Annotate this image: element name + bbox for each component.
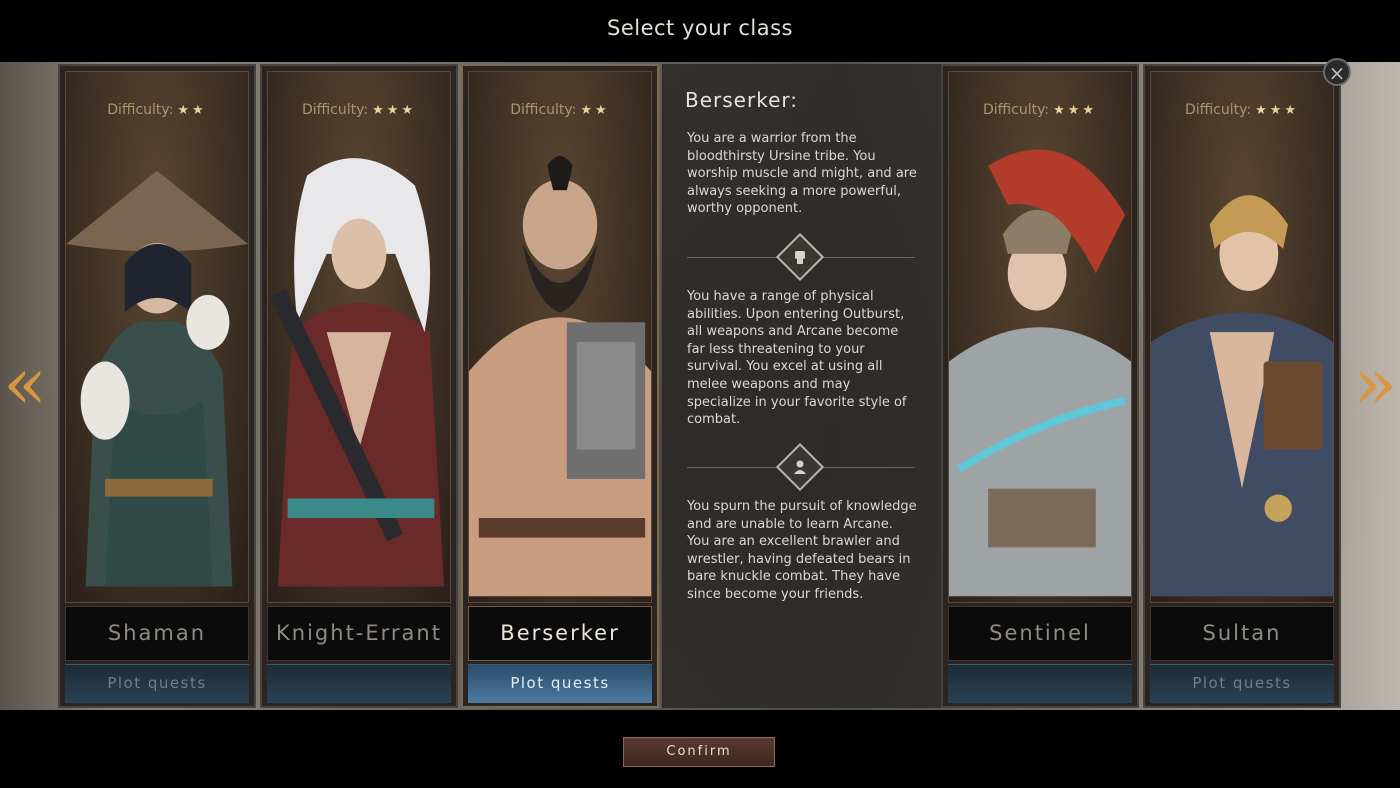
fist-icon [775, 232, 825, 282]
class-card-berserker[interactable]: Difficulty: ★★ Berserker Plot quests [461, 64, 659, 708]
stars-icon: ★★★ [372, 103, 417, 118]
stars-icon: ★★★ [1053, 103, 1098, 118]
difficulty-rating: Difficulty: ★★★ [982, 102, 1098, 118]
class-description-panel: Berserker: You are a warrior from the bl… [662, 64, 942, 708]
description-heading: Berserker: [685, 88, 798, 112]
sentinel-figure [949, 149, 1131, 597]
class-card-knight-errant[interactable]: Difficulty: ★★★ Knight-Errant [260, 64, 458, 708]
plot-quests-sentinel[interactable] [948, 664, 1132, 703]
close-icon[interactable]: × [1323, 58, 1351, 86]
description-lore: You are a warrior from the bloodthirsty … [687, 131, 917, 217]
page-title: Select your class [607, 16, 793, 40]
description-restrictions: You spurn the pursuit of knowledge and a… [687, 499, 917, 602]
person-icon [775, 442, 825, 492]
stars-icon: ★★★ [1255, 103, 1300, 118]
class-name-knight-errant: Knight-Errant [267, 606, 451, 661]
knight-errant-portrait: Difficulty: ★★★ [267, 71, 451, 603]
difficulty-rating: Difficulty: ★★ [107, 102, 207, 118]
next-arrow-icon[interactable]: » [1350, 347, 1400, 419]
shaman-portrait: Difficulty: ★★ [65, 71, 249, 603]
confirm-button[interactable]: Confirm [623, 737, 775, 767]
plot-quests-knight-errant[interactable] [267, 664, 451, 703]
class-name-shaman: Shaman [65, 606, 249, 661]
berserker-figure [469, 155, 651, 597]
description-abilities: You have a range of physical abilities. … [687, 289, 907, 428]
difficulty-rating: Difficulty: ★★ [510, 102, 610, 118]
class-card-sultan[interactable]: Difficulty: ★★★ Sultan Plot quests [1143, 64, 1341, 708]
stars-icon: ★★ [580, 103, 610, 118]
berserker-portrait: Difficulty: ★★ [468, 71, 652, 603]
sultan-figure [1151, 195, 1333, 597]
stars-icon: ★★ [177, 103, 207, 118]
class-name-berserker: Berserker [468, 606, 652, 661]
class-name-sultan: Sultan [1150, 606, 1334, 661]
class-name-sentinel: Sentinel [948, 606, 1132, 661]
sultan-portrait: Difficulty: ★★★ [1150, 71, 1334, 603]
plot-quests-shaman[interactable]: Plot quests [65, 664, 249, 703]
plot-quests-sultan[interactable]: Plot quests [1150, 664, 1334, 703]
knight-errant-figure [269, 158, 445, 587]
difficulty-rating: Difficulty: ★★★ [301, 102, 417, 118]
difficulty-rating: Difficulty: ★★★ [1184, 102, 1300, 118]
shaman-figure [66, 170, 248, 587]
plot-quests-berserker[interactable]: Plot quests [468, 664, 652, 703]
previous-arrow-icon[interactable]: « [0, 347, 50, 419]
sentinel-portrait: Difficulty: ★★★ [948, 71, 1132, 603]
class-card-sentinel[interactable]: Difficulty: ★★★ Sentinel [941, 64, 1139, 708]
class-card-shaman[interactable]: Difficulty: ★★ Shaman Plot quests [58, 64, 256, 708]
